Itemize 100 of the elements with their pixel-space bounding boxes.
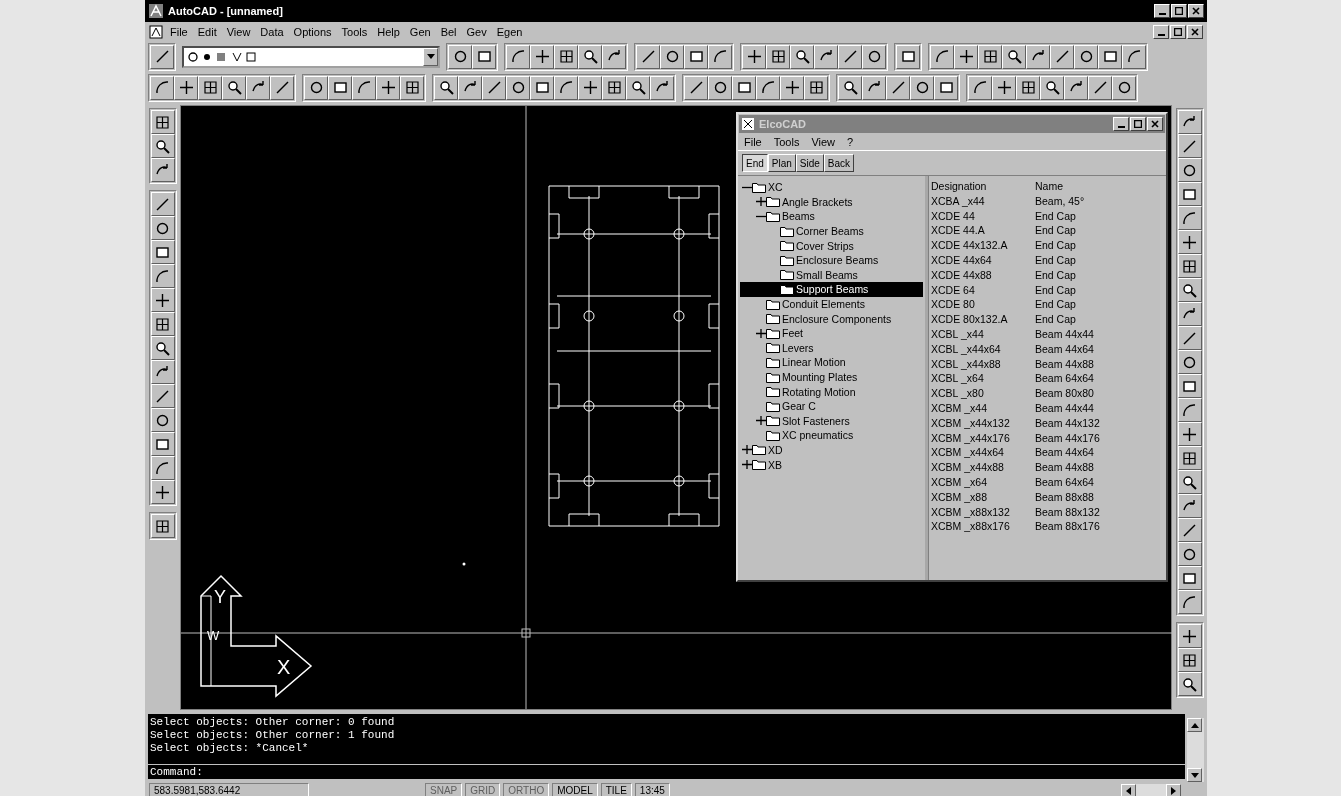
tool-button[interactable] [626, 75, 650, 100]
tool-button[interactable] [838, 75, 862, 100]
tool-button[interactable] [708, 44, 732, 69]
tool-button[interactable] [886, 75, 910, 100]
tree-item[interactable]: XC pneumatics [740, 428, 923, 443]
maximize-button[interactable] [1130, 117, 1146, 131]
tool-button[interactable] [448, 44, 472, 69]
tool-button[interactable] [150, 134, 175, 158]
tool-button[interactable] [910, 75, 934, 100]
tool-button[interactable] [150, 384, 175, 408]
tool-button[interactable] [506, 75, 530, 100]
tool-button[interactable] [660, 44, 684, 69]
tree-item[interactable]: XB [740, 457, 923, 472]
tool-button[interactable] [1122, 44, 1146, 69]
tool-button[interactable] [150, 216, 175, 240]
tool-button[interactable] [472, 44, 496, 69]
tree-item[interactable]: Corner Beams [740, 223, 923, 239]
expand-icon[interactable] [742, 460, 752, 470]
tool-button[interactable] [1177, 422, 1202, 446]
tool-button[interactable] [150, 312, 175, 336]
tool-button[interactable] [602, 44, 626, 69]
tool-button[interactable] [150, 110, 175, 134]
tree-item[interactable]: Enclosure Beams [740, 252, 923, 268]
menu-item[interactable]: Gen [404, 25, 436, 38]
scrollbar[interactable] [1187, 718, 1204, 782]
tool-button[interactable] [1177, 566, 1202, 590]
tool-button[interactable] [934, 75, 958, 100]
tool-button[interactable] [1050, 44, 1074, 69]
tool-button[interactable] [270, 75, 294, 100]
tool-button[interactable] [482, 75, 506, 100]
menu-item[interactable]: Help [372, 25, 405, 38]
minimize-button[interactable] [1113, 117, 1129, 131]
minimize-button[interactable] [1153, 24, 1169, 39]
tree-item[interactable]: Levers [740, 340, 923, 356]
menu-item[interactable]: Gev [461, 25, 492, 38]
tool-button[interactable] [968, 75, 992, 100]
tool-button[interactable] [1177, 326, 1202, 350]
tool-button[interactable] [1002, 44, 1026, 69]
tool-button[interactable] [1177, 302, 1202, 326]
tree-item[interactable]: XC [740, 180, 923, 195]
tool-button[interactable] [198, 75, 222, 100]
menu-item[interactable]: Options [288, 25, 337, 38]
tool-button[interactable] [1177, 590, 1202, 614]
tool-button[interactable] [150, 480, 175, 504]
tool-button[interactable] [684, 44, 708, 69]
tool-button[interactable] [150, 158, 175, 182]
tool-button[interactable] [434, 75, 458, 100]
tool-button[interactable] [530, 75, 554, 100]
maximize-button[interactable] [1171, 4, 1187, 18]
tool-button[interactable] [458, 75, 482, 100]
tool-button[interactable] [790, 44, 814, 69]
tree-item[interactable]: Rotating Motion [740, 384, 923, 399]
menu-item[interactable]: Bel [435, 25, 462, 38]
tool-button[interactable] [1177, 110, 1202, 134]
menu-item[interactable]: View [811, 136, 836, 148]
menu-item[interactable]: Egen [491, 25, 528, 38]
tool-button[interactable] [838, 44, 862, 69]
tool-button[interactable] [862, 44, 886, 69]
tool-button[interactable] [150, 432, 175, 456]
tree-item[interactable]: Linear Motion [740, 355, 923, 370]
tool-button[interactable] [1177, 206, 1202, 230]
tool-button[interactable] [328, 75, 352, 100]
tool-button[interactable] [150, 75, 174, 100]
tool-button[interactable] [804, 75, 828, 100]
menu-item[interactable]: Tools [336, 25, 373, 38]
tool-button[interactable] [1177, 134, 1202, 158]
tool-button[interactable] [766, 44, 790, 69]
tool-button[interactable] [222, 75, 246, 100]
tree-item[interactable]: Slot Fasteners [740, 413, 923, 429]
tool-button[interactable] [352, 75, 376, 100]
menu-item[interactable]: Data [255, 25, 289, 38]
tool-button[interactable] [862, 75, 886, 100]
tree-item[interactable]: Gear C [740, 398, 923, 414]
tool-button[interactable] [1177, 494, 1202, 518]
close-button[interactable] [1147, 117, 1163, 131]
tool-button[interactable] [1177, 158, 1202, 182]
tree-item[interactable]: Mounting Plates [740, 369, 923, 385]
view-button[interactable]: Back [823, 154, 855, 172]
tool-button[interactable] [150, 408, 175, 432]
status-toggle[interactable]: SNAP [425, 783, 463, 796]
tool-button[interactable] [708, 75, 732, 100]
tool-button[interactable] [732, 75, 756, 100]
tool-button[interactable] [636, 44, 660, 69]
tool-button[interactable] [1177, 624, 1202, 648]
tool-button[interactable] [1177, 254, 1202, 278]
tool-button[interactable] [992, 75, 1016, 100]
tool-button[interactable] [1177, 542, 1202, 566]
expand-icon[interactable] [756, 328, 766, 338]
tool-button[interactable] [978, 44, 1002, 69]
maximize-button[interactable] [1170, 24, 1186, 39]
tool-button[interactable] [578, 44, 602, 69]
tool-button[interactable] [150, 192, 175, 216]
tool-button[interactable] [1064, 75, 1088, 100]
status-toggle[interactable]: TILE [600, 783, 632, 796]
tree-item[interactable]: XD [740, 442, 923, 458]
tool-button[interactable] [578, 75, 602, 100]
menu-item[interactable]: ? [847, 136, 854, 148]
menu-item[interactable]: Tools [773, 136, 800, 148]
tool-button[interactable] [554, 44, 578, 69]
view-button[interactable]: Plan [767, 154, 796, 172]
